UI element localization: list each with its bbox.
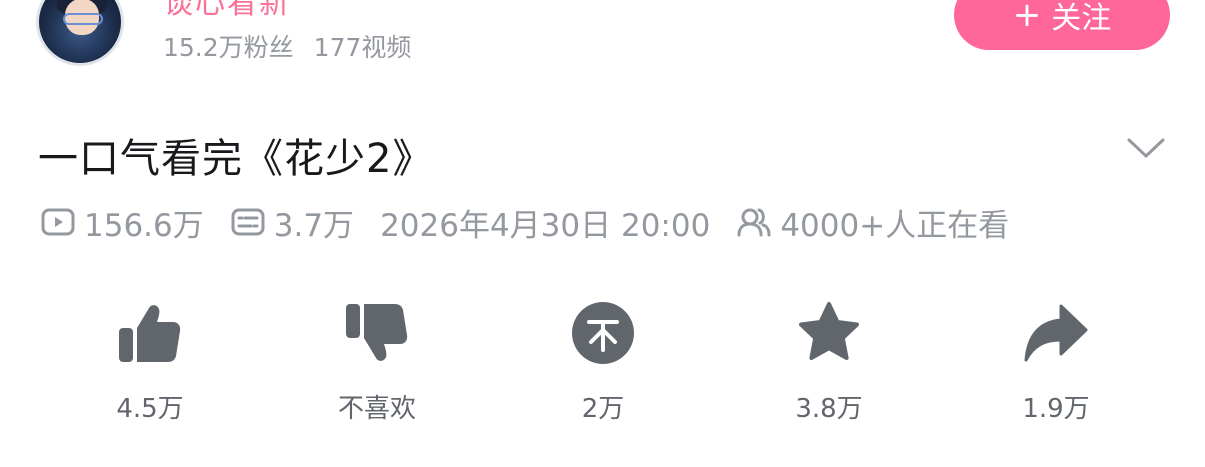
- coin-button[interactable]: 2万: [523, 300, 683, 425]
- video-title: 一口气看完《花少2》: [38, 136, 434, 182]
- star-icon: [799, 302, 859, 360]
- danmaku-count: 3.7万: [273, 207, 355, 244]
- thumbs-up-icon: [119, 305, 181, 362]
- coin-count: 2万: [581, 394, 625, 424]
- chevron-down-icon[interactable]: [1126, 136, 1166, 160]
- action-bar: 4.5万 不喜欢 2万 3.8万 1.9万: [0, 300, 1205, 440]
- coin-icon: [572, 302, 634, 364]
- share-count: 1.9万: [1022, 394, 1090, 424]
- follower-count: 15.2万粉丝: [163, 33, 294, 62]
- watching-count: 4000+人正在看: [780, 207, 1010, 244]
- dislike-label: 不喜欢: [337, 394, 416, 424]
- share-icon: [1024, 304, 1088, 362]
- thumbs-down-icon: [346, 304, 408, 361]
- follow-button[interactable]: + 关注: [954, 0, 1170, 50]
- play-count-icon: [41, 208, 75, 236]
- video-meta: 156.6万 3.7万 2026年4月30日 20:00 4000+人正在看: [40, 200, 1009, 244]
- publish-date: 2026年4月30日 20:00: [380, 207, 711, 244]
- avatar-glasses: [63, 13, 103, 25]
- video-count: 177视频: [313, 33, 412, 62]
- avatar[interactable]: [36, 0, 124, 66]
- uploader-stats: 15.2万粉丝 177视频: [163, 28, 411, 64]
- dislike-button[interactable]: 不喜欢: [297, 300, 457, 425]
- danmaku-icon: [231, 208, 265, 236]
- like-count: 4.5万: [116, 394, 184, 424]
- like-button[interactable]: 4.5万: [70, 300, 230, 425]
- plus-icon: +: [1012, 0, 1042, 35]
- follow-label: 关注: [1051, 1, 1112, 36]
- favorite-count: 3.8万: [795, 394, 863, 424]
- viewers-icon: [737, 208, 771, 237]
- uploader-name[interactable]: 谈心看新: [163, 0, 291, 22]
- share-button[interactable]: 1.9万: [976, 300, 1136, 425]
- view-count: 156.6万: [84, 207, 204, 244]
- favorite-button[interactable]: 3.8万: [749, 300, 909, 425]
